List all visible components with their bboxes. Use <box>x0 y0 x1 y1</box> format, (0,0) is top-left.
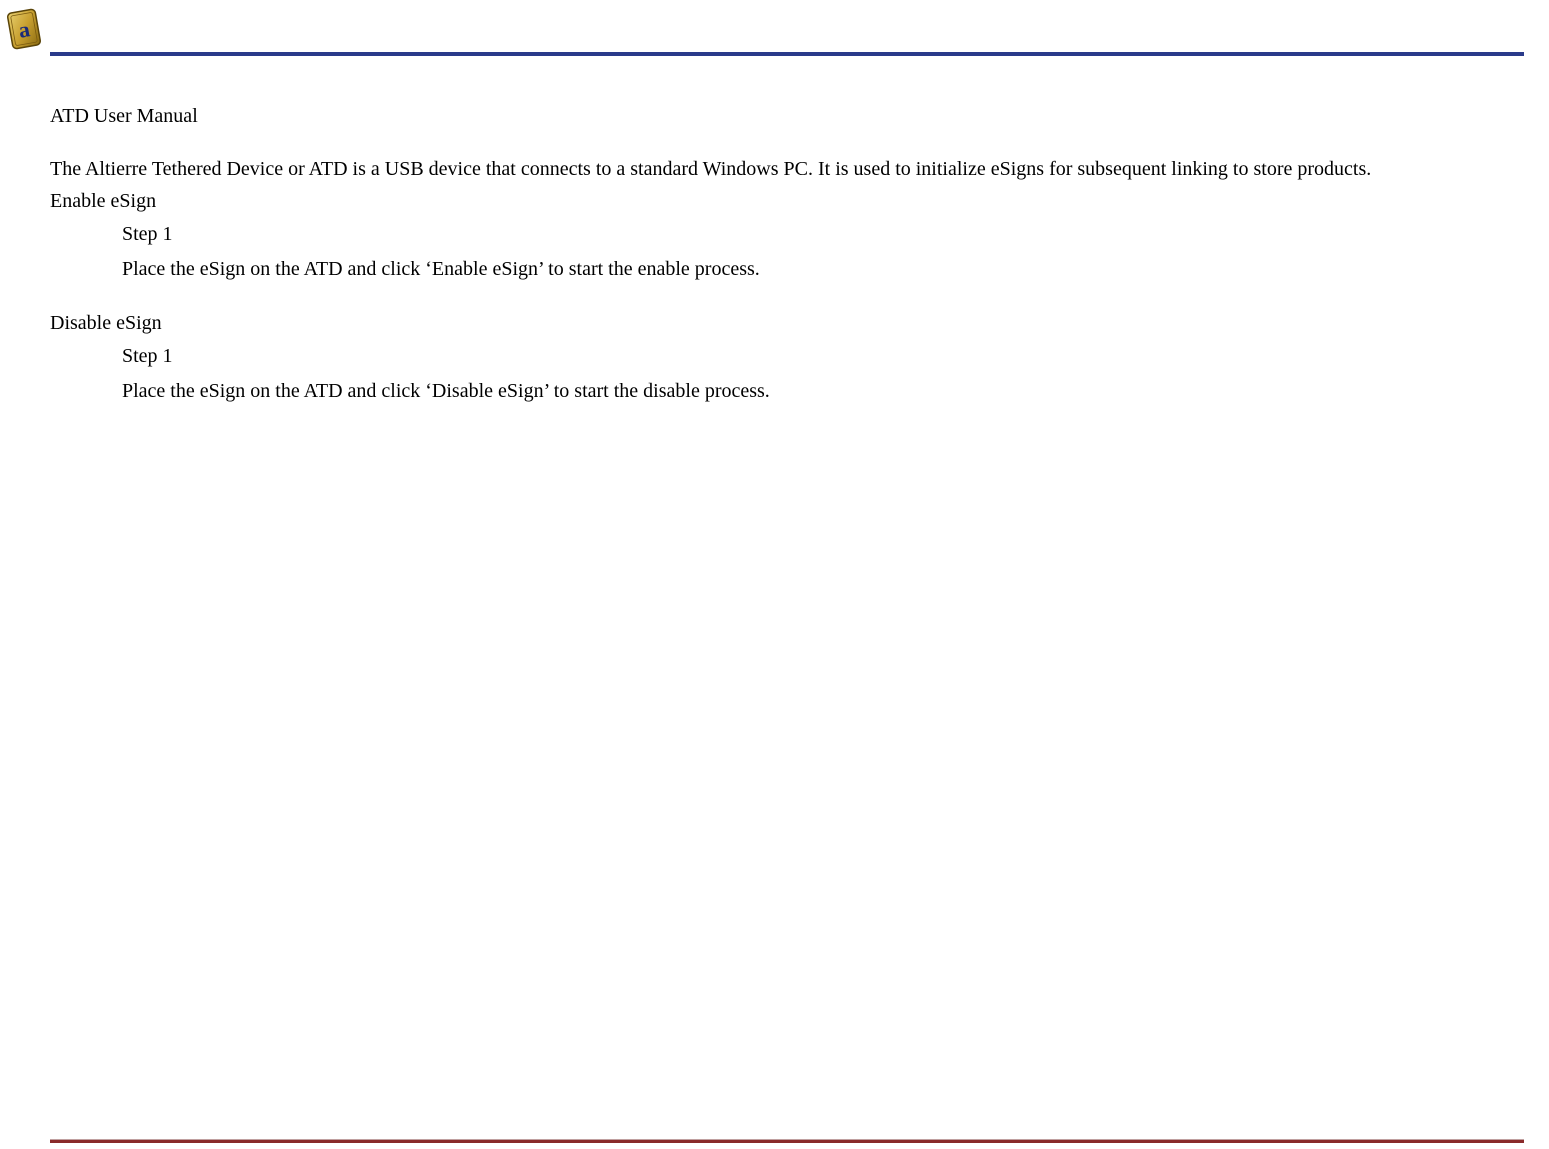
altierre-logo-icon: a <box>2 5 46 53</box>
header-rule <box>50 52 1524 56</box>
step-block: Step 1 Place the eSign on the ATD and cl… <box>122 345 1524 404</box>
step-label: Step 1 <box>122 223 1524 246</box>
footer-rule <box>50 1139 1524 1143</box>
document-title: ATD User Manual <box>50 105 1524 128</box>
step-block: Step 1 Place the eSign on the ATD and cl… <box>122 223 1524 282</box>
intro-paragraph: The Altierre Tethered Device or ATD is a… <box>50 156 1524 182</box>
document-body: ATD User Manual The Altierre Tethered De… <box>0 65 1549 404</box>
step-text: Place the eSign on the ATD and click ‘En… <box>122 256 1524 282</box>
document-header: a <box>0 0 1549 65</box>
section-heading-enable: Enable eSign <box>50 190 1524 213</box>
step-label: Step 1 <box>122 345 1524 368</box>
section-heading-disable: Disable eSign <box>50 312 1524 335</box>
step-text: Place the eSign on the ATD and click ‘Di… <box>122 378 1524 404</box>
